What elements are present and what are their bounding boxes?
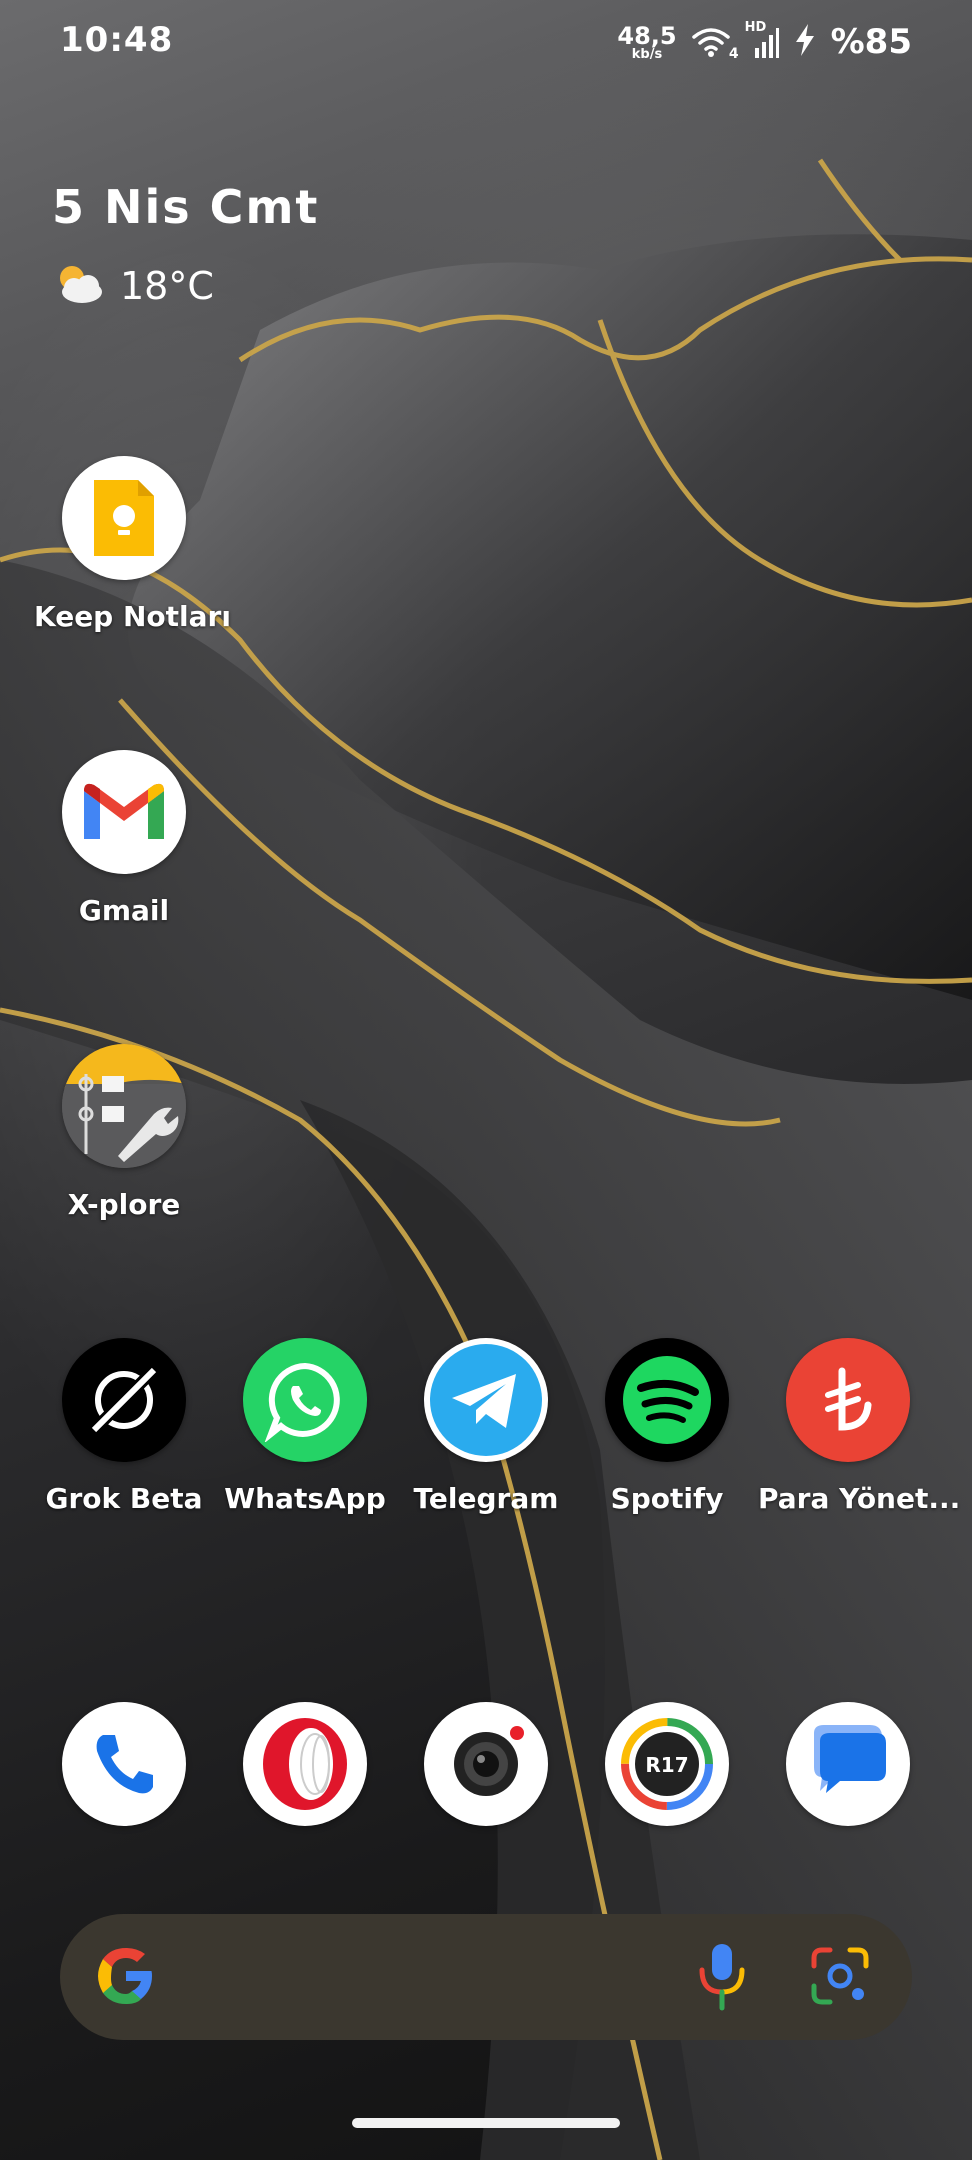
lira-icon (786, 1338, 910, 1462)
app-label: X-plore (67, 1188, 181, 1221)
opera-icon (243, 1702, 367, 1826)
app-xplore[interactable]: X-plore (34, 1044, 214, 1221)
messages-icon (786, 1702, 910, 1826)
google-lens-icon[interactable] (808, 1944, 872, 2012)
google-search-bar[interactable] (60, 1914, 912, 2040)
camera-icon (424, 1702, 548, 1826)
gmail-icon (62, 750, 186, 874)
app-label: Keep Notları (34, 600, 231, 633)
dock-phone[interactable] (34, 1702, 214, 1826)
app-whatsapp[interactable]: WhatsApp (215, 1338, 395, 1515)
status-bar: 10:48 48,5 kb/s 4 HD %85 (0, 0, 972, 86)
status-time: 10:48 (60, 20, 174, 60)
partly-cloudy-icon (52, 262, 106, 310)
microphone-icon[interactable] (694, 1940, 750, 2016)
signal-hd-badge: HD (744, 20, 767, 35)
weather-widget[interactable]: 18°C (52, 262, 214, 310)
dock-messages[interactable] (758, 1702, 938, 1826)
gesture-nav-handle[interactable] (352, 2118, 620, 2128)
network-speed-unit: kb/s (631, 46, 663, 62)
wifi-icon: 4 (691, 24, 739, 62)
app-label: Telegram (413, 1482, 559, 1515)
grok-icon (62, 1338, 186, 1462)
app-label: Gmail (78, 894, 170, 927)
xplore-icon (62, 1044, 186, 1168)
dock-camera[interactable] (396, 1702, 576, 1826)
dock-opera[interactable] (215, 1702, 395, 1826)
app-para-yonetimi[interactable]: Para Yönet... (758, 1338, 961, 1515)
network-speed: 48,5 kb/s (617, 24, 676, 61)
signal-icon: HD (745, 20, 779, 60)
temperature: 18°C (120, 264, 214, 308)
charging-icon (793, 23, 817, 61)
google-g-icon (94, 1944, 158, 2012)
app-label: WhatsApp (224, 1482, 386, 1515)
app-spotify[interactable]: Spotify (577, 1338, 757, 1515)
status-icons: 48,5 kb/s 4 HD %85 (617, 18, 912, 66)
telegram-icon (424, 1338, 548, 1462)
r17-icon: R17 (605, 1702, 729, 1826)
app-keep-notes[interactable]: Keep Notları (34, 456, 231, 633)
app-label: Para Yönet... (758, 1482, 961, 1515)
date-widget[interactable]: 5 Nis Cmt (52, 180, 319, 234)
battery-percentage: %85 (830, 22, 912, 62)
app-label: Spotify (610, 1482, 724, 1515)
keep-notes-icon (62, 456, 186, 580)
app-telegram[interactable]: Telegram (396, 1338, 576, 1515)
spotify-icon (605, 1338, 729, 1462)
app-grok[interactable]: Grok Beta (34, 1338, 214, 1515)
dock-r17[interactable]: R17 (577, 1702, 757, 1826)
network-speed-value: 48,5 (617, 21, 677, 50)
phone-icon (62, 1702, 186, 1826)
wifi-badge: 4 (728, 46, 739, 62)
whatsapp-icon (243, 1338, 367, 1462)
app-gmail[interactable]: Gmail (34, 750, 214, 927)
app-label: Grok Beta (45, 1482, 203, 1515)
r17-label: R17 (645, 1753, 688, 1777)
